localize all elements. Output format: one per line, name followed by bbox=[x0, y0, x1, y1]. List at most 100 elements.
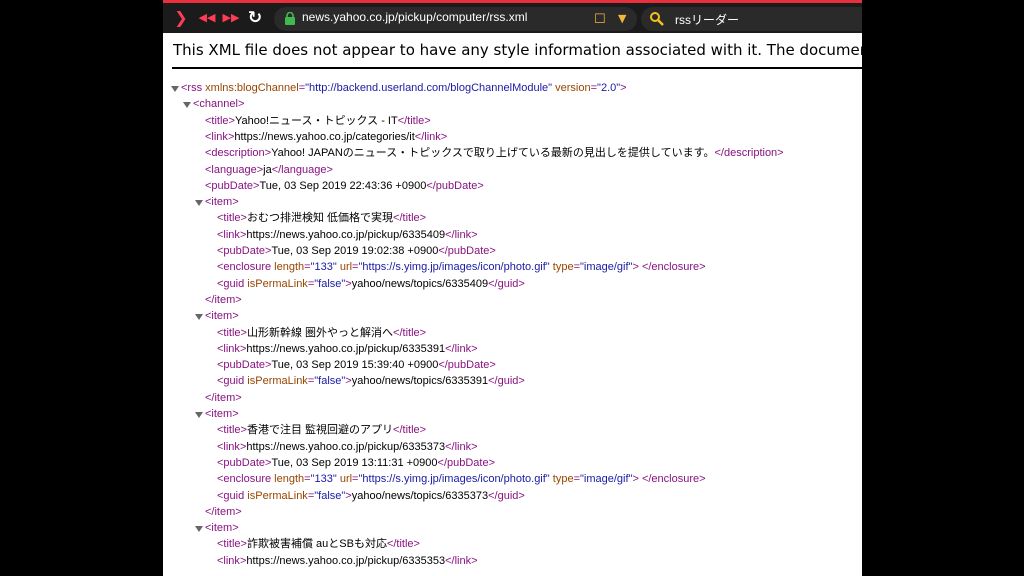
xml-tag-end: > </enclosure> bbox=[632, 261, 706, 274]
xml-tag-item-end: </item> bbox=[205, 505, 242, 518]
xml-tag-end: </link> bbox=[445, 342, 478, 355]
xml-tag-channel: <channel> bbox=[193, 98, 245, 111]
last-page-icon[interactable]: ▶▶ bbox=[221, 8, 241, 28]
reload-icon[interactable]: ↻ bbox=[245, 8, 265, 28]
xml-text: https://news.yahoo.co.jp/pickup/6335391 bbox=[246, 342, 446, 355]
xml-text: 詐欺被害補償 auとSBも対応 bbox=[246, 538, 387, 551]
xml-tag-end: </pubDate> bbox=[438, 245, 496, 257]
xml-attr-value: "https://s.yimg.jp/images/icon/photo.gif… bbox=[358, 473, 550, 486]
xml-tag-open: <language bbox=[205, 163, 257, 176]
xml-line: </item> bbox=[205, 390, 242, 406]
xml-line: <description>Yahoo! JAPANのニュース・トピックスで取り上… bbox=[205, 145, 784, 161]
xml-text: https://news.yahoo.co.jp/pickup/6335353 bbox=[246, 554, 446, 567]
xml-tag-open: <link bbox=[205, 130, 228, 143]
xml-tag-item: <item> bbox=[205, 522, 239, 535]
address-bar[interactable]: news.yahoo.co.jp/pickup/computer/rss.xml… bbox=[274, 7, 637, 31]
xml-line: <item> bbox=[205, 520, 239, 536]
search-bar[interactable]: rssリーダー bbox=[641, 7, 862, 31]
xml-text: おむつ排泄検知 低価格で実現 bbox=[246, 212, 394, 225]
first-page-icon[interactable]: ◀◀ bbox=[197, 8, 217, 28]
xml-attr-value: "false" bbox=[314, 375, 346, 388]
xml-text: 山形新幹線 圏外やっと解消へ bbox=[246, 326, 394, 339]
xml-tag-close-bracket: > bbox=[620, 82, 627, 94]
xml-line: <item> bbox=[205, 406, 239, 422]
xml-tag-item-end: </item> bbox=[205, 391, 242, 404]
xml-attr-name: length bbox=[271, 261, 305, 274]
xml-attr-name: type bbox=[549, 473, 574, 486]
xml-tag-item: <item> bbox=[205, 408, 239, 420]
xml-line: <title>香港で注目 監視回避のアプリ</title> bbox=[217, 422, 426, 438]
xml-line: <pubDate>Tue, 03 Sep 2019 15:39:40 +0900… bbox=[217, 357, 496, 373]
xml-tag-item: <item> bbox=[205, 196, 239, 209]
xml-attr-value: "133" bbox=[310, 473, 337, 486]
xml-tag-item: <item> bbox=[205, 310, 239, 323]
xml-text: Yahoo! JAPANのニュース・トピックスで取り上げている最新の見出しを提供… bbox=[271, 147, 715, 160]
xml-line: <link>https://news.yahoo.co.jp/pickup/63… bbox=[217, 553, 478, 569]
xml-tag-open: <pubDate bbox=[217, 456, 266, 469]
collapse-toggle-icon[interactable] bbox=[195, 526, 203, 533]
collapse-toggle-icon[interactable] bbox=[195, 200, 203, 207]
xml-tag-end: </title> bbox=[386, 538, 420, 551]
xml-line: <link>https://news.yahoo.co.jp/pickup/63… bbox=[217, 227, 478, 243]
xml-attr-name: isPermaLink bbox=[244, 375, 308, 388]
xml-line: </item> bbox=[205, 504, 242, 520]
browser-screen: ❯ ◀◀ ▶▶ ↻ news.yahoo.co.jp/pickup/comput… bbox=[163, 0, 862, 576]
xml-tag-end: > </enclosure> bbox=[632, 473, 706, 486]
xml-tag-open: <guid bbox=[217, 489, 245, 502]
xml-line: <language>ja</language> bbox=[205, 162, 333, 178]
xml-text: Tue, 03 Sep 2019 13:11:31 +0900 bbox=[271, 456, 438, 469]
xml-attr-name: isPermaLink bbox=[244, 277, 308, 290]
xml-tag-end: </link> bbox=[445, 440, 478, 453]
collapse-toggle-icon[interactable] bbox=[195, 412, 203, 418]
xml-tag-end: </title> bbox=[397, 114, 431, 127]
xml-line: <enclosure length="133" url="https://s.y… bbox=[217, 471, 706, 487]
divider bbox=[172, 67, 862, 69]
xml-info-message: This XML file does not appear to have an… bbox=[173, 41, 862, 59]
xml-line: <enclosure length="133" url="https://s.y… bbox=[217, 259, 706, 275]
lock-icon bbox=[285, 12, 295, 25]
chevron-down-icon[interactable]: ▼ bbox=[618, 12, 626, 25]
xml-tag-end: </guid> bbox=[488, 375, 525, 388]
xml-line: <title>詐欺被害補償 auとSBも対応</title> bbox=[217, 536, 420, 552]
xml-line: <guid isPermaLink="false">yahoo/news/top… bbox=[217, 276, 525, 292]
back-icon[interactable]: ❯ bbox=[171, 8, 191, 28]
bookmark-icon[interactable]: ☐ bbox=[594, 12, 606, 27]
xml-tag-end: </link> bbox=[445, 554, 478, 567]
xml-line: <link>https://news.yahoo.co.jp/categorie… bbox=[205, 129, 447, 145]
collapse-toggle-icon[interactable] bbox=[195, 314, 203, 321]
xml-tag-open: <title bbox=[217, 212, 241, 225]
xml-attr-name: version bbox=[552, 82, 591, 94]
xml-tag-end: </guid> bbox=[488, 489, 525, 502]
xml-line: <pubDate>Tue, 03 Sep 2019 22:43:36 +0900… bbox=[205, 178, 484, 194]
xml-line: <guid isPermaLink="false">yahoo/news/top… bbox=[217, 488, 525, 504]
xml-tag-open: <pubDate bbox=[217, 245, 266, 257]
xml-line: <link>https://news.yahoo.co.jp/pickup/63… bbox=[217, 439, 478, 455]
xml-tag-open: <link bbox=[217, 440, 240, 453]
xml-tag-open: <guid bbox=[217, 375, 245, 388]
collapse-toggle-icon[interactable] bbox=[183, 102, 191, 109]
xml-text: https://news.yahoo.co.jp/pickup/6335409 bbox=[246, 228, 446, 241]
xml-tag-open: <title bbox=[217, 326, 241, 339]
xml-tag-open: <link bbox=[217, 228, 240, 241]
xml-attr-name: url bbox=[336, 261, 353, 274]
xml-tag-end: </title> bbox=[393, 424, 427, 437]
xml-line: </item> bbox=[205, 292, 242, 308]
xml-tag-end: </link> bbox=[414, 130, 448, 143]
xml-line: <title>おむつ排泄検知 低価格で実現</title> bbox=[217, 210, 426, 226]
xml-attr-name: xmlns:blogChannel bbox=[202, 82, 299, 94]
xml-tag-open: <title bbox=[217, 424, 241, 437]
xml-text: https://news.yahoo.co.jp/categories/it bbox=[234, 130, 415, 143]
xml-tag-open: <description bbox=[205, 147, 265, 160]
xml-text: yahoo/news/topics/6335409 bbox=[351, 277, 489, 290]
xml-tag-open: <enclosure bbox=[217, 261, 272, 274]
xml-attr-value: "https://s.yimg.jp/images/icon/photo.gif… bbox=[358, 261, 550, 274]
xml-attr-name: length bbox=[271, 473, 305, 486]
collapse-toggle-icon[interactable] bbox=[171, 86, 179, 92]
search-input[interactable]: rssリーダー bbox=[675, 11, 739, 28]
url-text[interactable]: news.yahoo.co.jp/pickup/computer/rss.xml bbox=[302, 10, 527, 24]
xml-tag-end: </link> bbox=[445, 228, 478, 241]
browser-toolbar: ❯ ◀◀ ▶▶ ↻ news.yahoo.co.jp/pickup/comput… bbox=[163, 0, 862, 33]
xml-tag-open: <title bbox=[205, 114, 229, 127]
xml-text: yahoo/news/topics/6335391 bbox=[351, 375, 489, 388]
xml-attr-name: isPermaLink bbox=[244, 489, 308, 502]
